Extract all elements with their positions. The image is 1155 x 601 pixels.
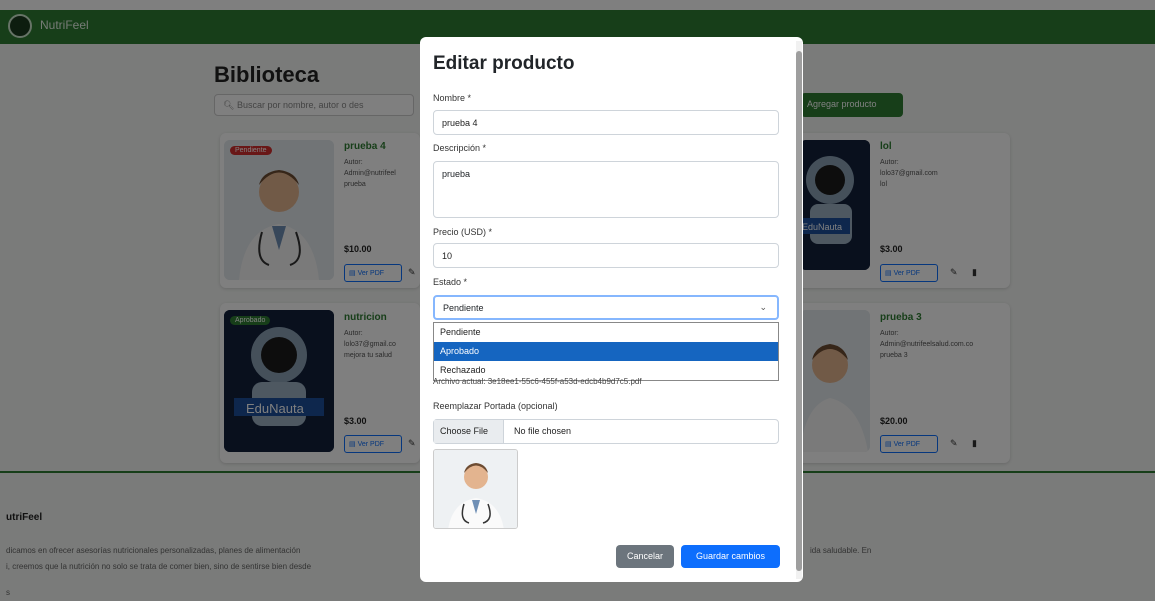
status-dropdown: Pendiente Aprobado Rechazado [433, 322, 779, 381]
scrollbar-thumb[interactable] [796, 51, 802, 571]
name-field[interactable]: prueba 4 [433, 110, 779, 135]
cover-label: Reemplazar Portada (opcional) [433, 401, 558, 411]
cancel-button[interactable]: Cancelar [616, 545, 674, 568]
status-label: Estado * [433, 277, 468, 287]
status-selected-value: Pendiente [443, 303, 484, 313]
price-label: Precio (USD) * [433, 227, 493, 237]
status-option-aprobado[interactable]: Aprobado [434, 342, 778, 361]
modal-scrollbar[interactable] [796, 41, 802, 579]
choose-file-button[interactable]: Choose File [434, 420, 504, 443]
price-field[interactable]: 10 [433, 243, 779, 268]
description-label: Descripción * [433, 143, 487, 153]
description-field[interactable]: prueba [433, 161, 779, 218]
doctor-preview-image [434, 450, 517, 528]
current-file-text: Archivo actual: 3e18ee1-55c6-455f-a53d-e… [433, 377, 642, 386]
file-name-text: No file chosen [514, 426, 572, 436]
save-changes-button[interactable]: Guardar cambios [681, 545, 780, 568]
status-select[interactable]: Pendiente ⌄ [433, 295, 779, 320]
cover-preview-image [433, 449, 518, 529]
modal-title: Editar producto [433, 53, 575, 74]
cover-file-input[interactable]: Choose File No file chosen [433, 419, 779, 444]
chevron-down-icon: ⌄ [759, 302, 767, 312]
name-label: Nombre * [433, 93, 472, 103]
edit-product-modal: Editar producto Nombre * prueba 4 Descri… [420, 37, 803, 582]
status-option-pendiente[interactable]: Pendiente [434, 323, 778, 342]
